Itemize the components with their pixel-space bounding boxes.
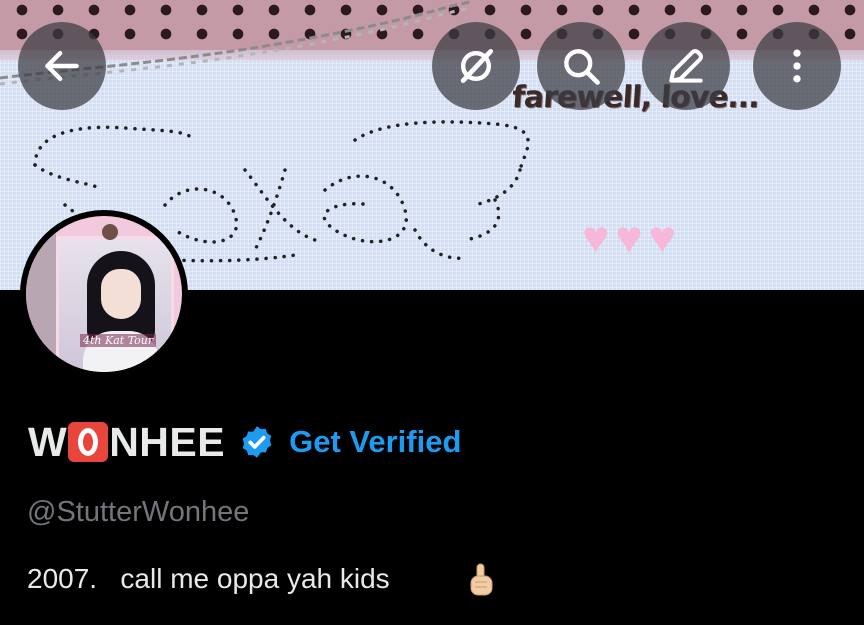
search-icon: [564, 49, 600, 85]
profile-bio: 2007. call me oppa yah kids: [27, 563, 390, 594]
avatar-photocard: [56, 236, 174, 372]
grok-button[interactable]: [432, 22, 520, 110]
o-button-emoji-icon: [68, 421, 109, 462]
banner-hearts: ♥♥♥: [582, 211, 682, 263]
display-name: W NHEE: [28, 419, 225, 466]
verified-badge-icon[interactable]: [239, 424, 275, 460]
avatar-pin: [102, 224, 118, 240]
more-options-button[interactable]: [753, 22, 841, 110]
back-button[interactable]: [18, 22, 106, 110]
more-vertical-icon: [793, 49, 801, 83]
avatar-side-photo: [26, 216, 56, 372]
pencil-icon: [669, 49, 703, 83]
display-name-start: W: [28, 418, 68, 465]
arrow-left-icon: [45, 50, 79, 82]
grok-icon: [460, 48, 494, 84]
search-button[interactable]: [537, 22, 625, 110]
avatar-label: 4th Kat Tour: [80, 334, 157, 347]
get-verified-link[interactable]: Get Verified: [289, 424, 461, 460]
compose-button[interactable]: [642, 22, 730, 110]
profile-avatar[interactable]: 4th Kat Tour: [20, 210, 188, 378]
avatar-image: 4th Kat Tour: [26, 216, 182, 372]
display-name-end: NHEE: [109, 418, 226, 465]
index-pointing-up-icon: [470, 563, 493, 596]
profile-handle: @StutterWonhee: [27, 496, 250, 528]
profile-name-row: W NHEE Get Verified: [28, 418, 461, 466]
avatar-face: [101, 269, 141, 319]
